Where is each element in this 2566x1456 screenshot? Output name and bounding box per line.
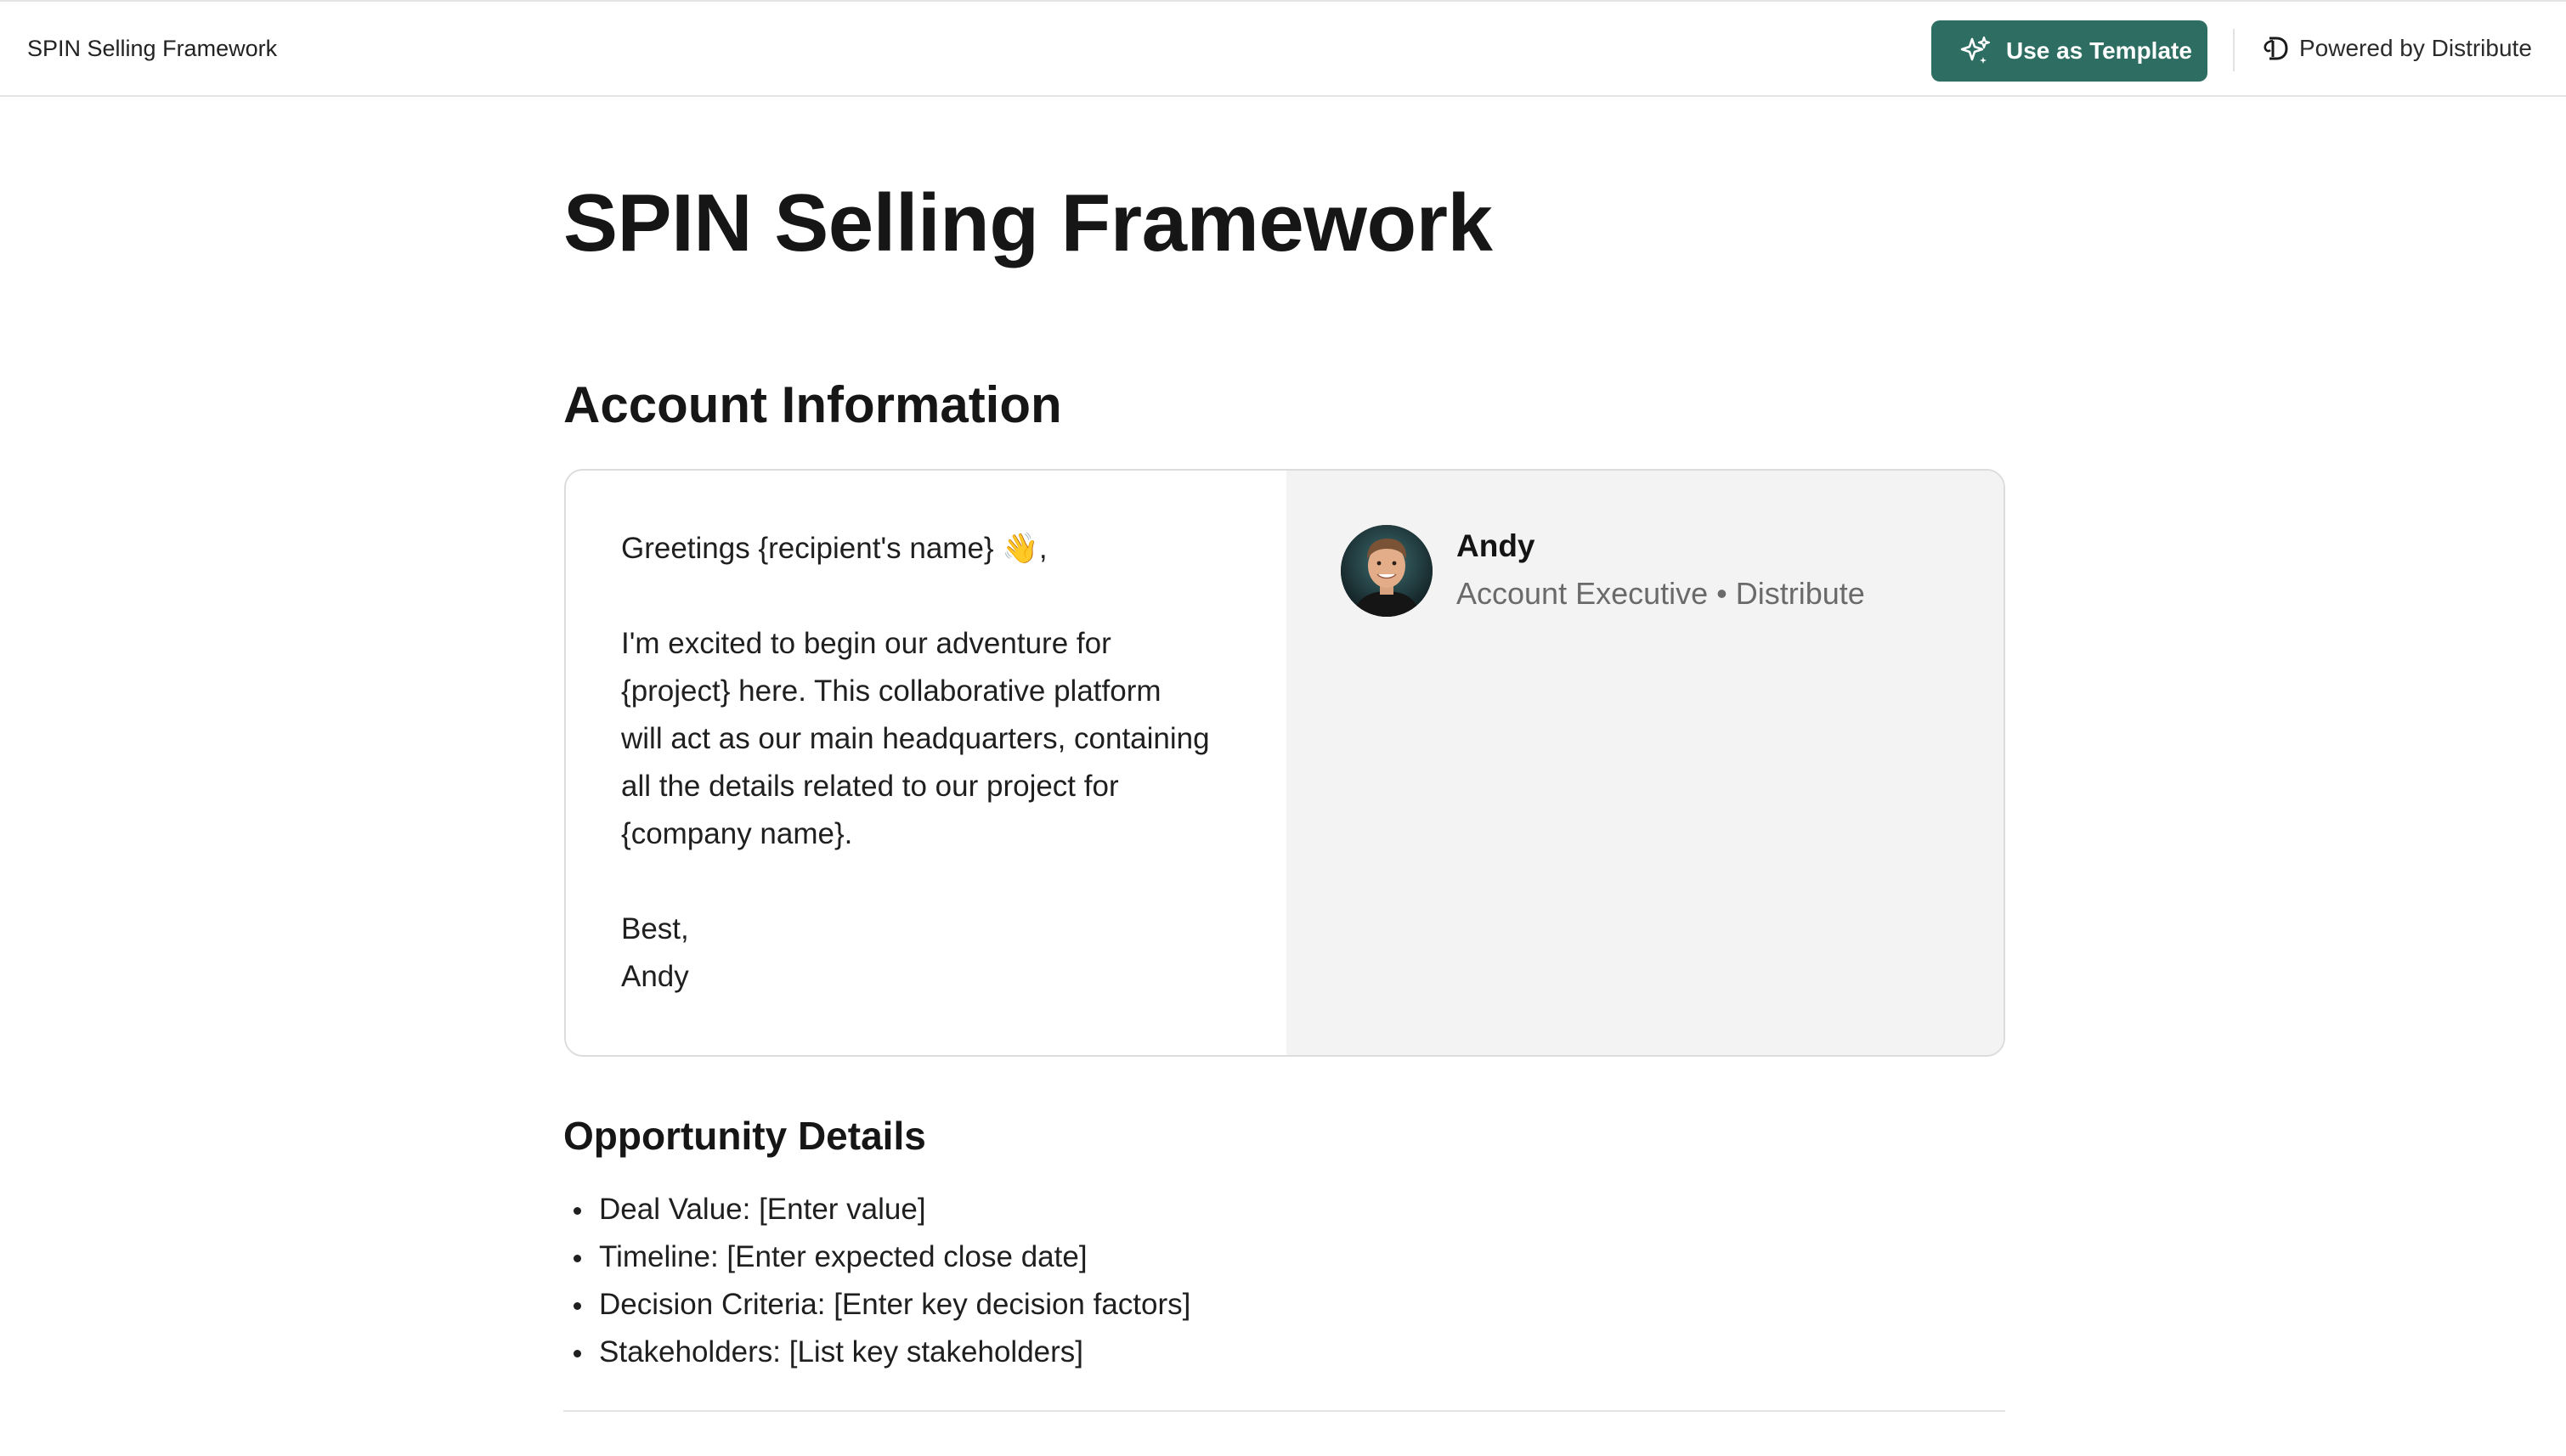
avatar [1341,525,1433,617]
sender-panel: Andy Account Executive • Distribute [1286,471,2004,1055]
use-as-template-label: Use as Template [2006,37,2192,64]
list-item: Stakeholders: [List key stakeholders] [563,1329,1190,1376]
sender-role: Account Executive • Distribute [1456,576,1865,611]
opportunity-details-list: Deal Value: [Enter value] Timeline: [Ent… [563,1186,1190,1376]
use-as-template-button[interactable]: Use as Template [1931,20,2207,82]
header-divider [2233,29,2235,71]
page-title: SPIN Selling Framework [563,178,1493,268]
powered-by-distribute-link[interactable]: Powered by Distribute [2262,34,2532,63]
message-body-line: {project} here. This collaborative platf… [621,674,1161,708]
list-item: Timeline: [Enter expected close date] [563,1233,1190,1281]
bottom-edge [0,1444,2566,1456]
message-body-line: all the details related to our project f… [621,770,1119,803]
distribute-logo-icon [2262,34,2289,63]
sender-name: Andy [1456,528,1535,563]
top-bar: SPIN Selling Framework Use as Template P… [0,0,2566,97]
powered-by-label: Powered by Distribute [2299,35,2532,61]
account-information-heading: Account Information [563,376,1062,433]
message-body-line: {company name}. [621,817,853,850]
app-title: SPIN Selling Framework [27,36,278,61]
welcome-message: Greetings {recipient's name} 👋, I'm exci… [566,471,1286,1055]
message-greeting: Greetings {recipient's name} 👋, [621,532,1048,565]
account-information-card: Greetings {recipient's name} 👋, I'm exci… [564,469,2005,1057]
list-item: Decision Criteria: [Enter key decision f… [563,1281,1190,1329]
message-signature: Andy [621,960,689,993]
opportunity-details-heading: Opportunity Details [563,1114,926,1158]
list-item: Deal Value: [Enter value] [563,1186,1190,1233]
message-signoff: Best, [621,912,689,945]
section-divider [563,1410,2005,1412]
sparkle-icon [1958,34,1992,68]
message-body-line: I'm excited to begin our adventure for [621,627,1111,660]
message-body-line: will act as our main headquarters, conta… [621,722,1210,755]
